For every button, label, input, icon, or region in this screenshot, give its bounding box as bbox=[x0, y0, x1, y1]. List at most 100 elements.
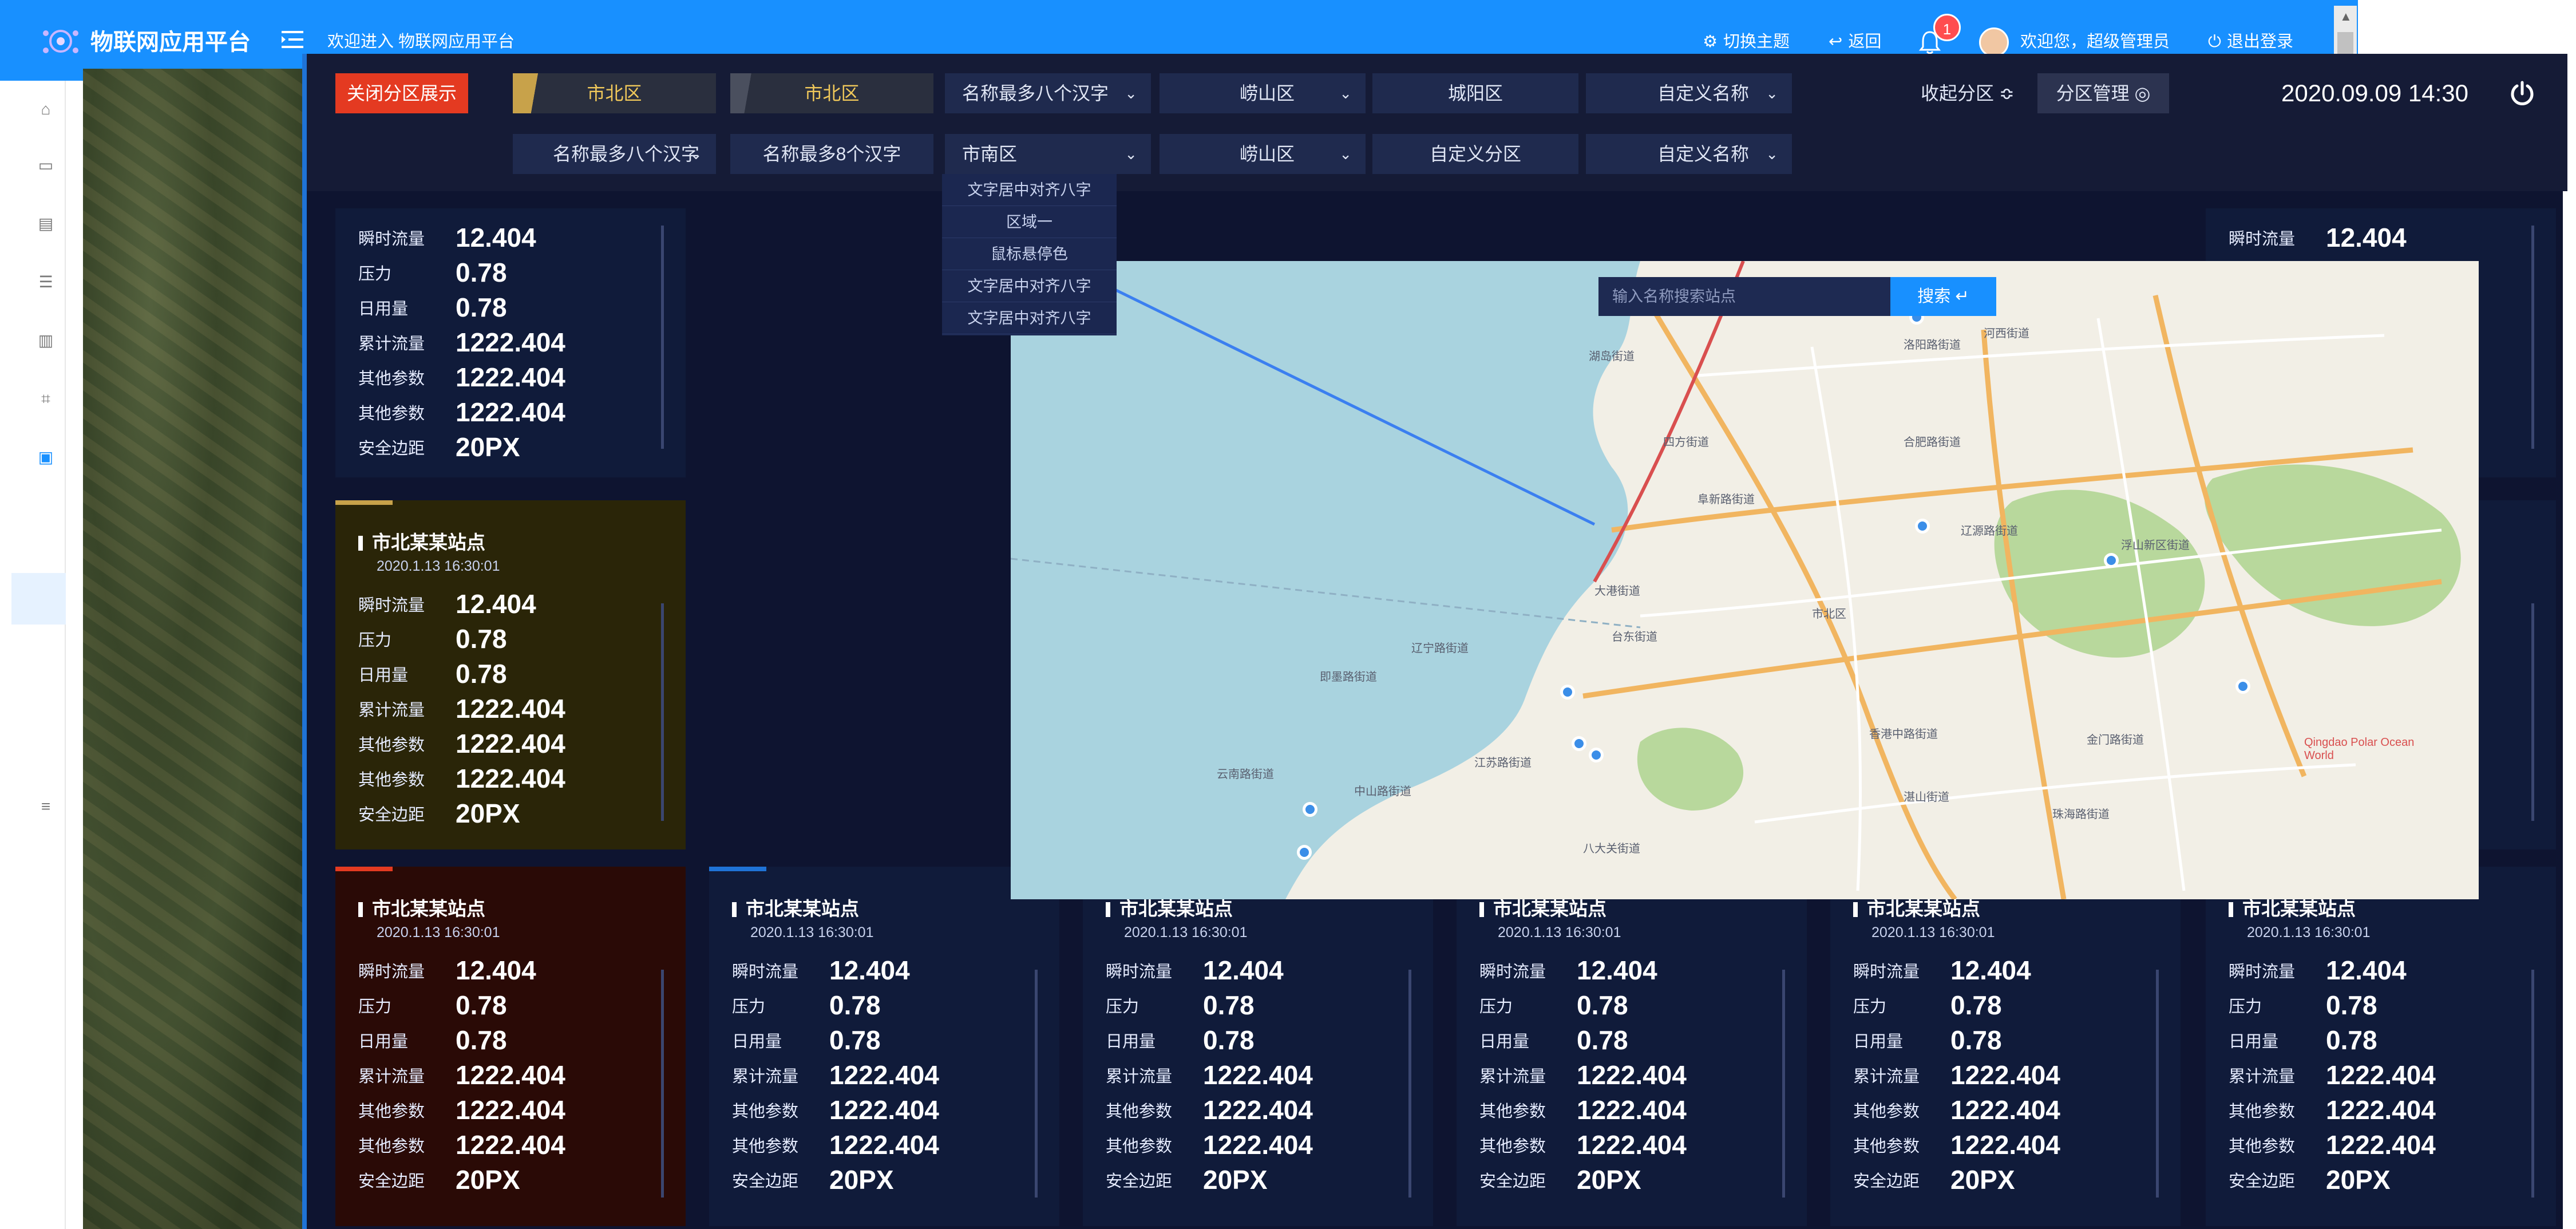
station-card[interactable]: 市北某某站点 2020.1.13 16:30:01 瞬时流量 12.404 压力 0.78… bbox=[1830, 867, 2181, 1226]
monitor-icon[interactable]: ▣ bbox=[35, 447, 56, 468]
card-scrollbar[interactable] bbox=[2531, 603, 2534, 821]
dropdown-zone-12[interactable]: 自定义名称 ⌄ bbox=[1586, 134, 1792, 174]
metric-list: 瞬时流量 12.404 压力 0.78 日用量 0.78 累计流量 1222.404 其他参数 1… bbox=[2229, 953, 2549, 1197]
card-scrollbar[interactable] bbox=[661, 603, 664, 821]
collapse-zone-button[interactable]: 收起分区 ≎ bbox=[1921, 73, 2015, 113]
metric-label: 其他参数 bbox=[732, 1102, 799, 1121]
metric-label: 其他参数 bbox=[358, 1137, 425, 1156]
scroll-up-icon[interactable]: ▲ bbox=[2340, 9, 2352, 24]
switch-theme-button[interactable]: ⚙ 切换主题 bbox=[1703, 29, 1790, 55]
station-pin[interactable] bbox=[1572, 736, 1586, 751]
dropdown-item[interactable]: 区域一 bbox=[942, 206, 1117, 238]
card-scrollbar[interactable] bbox=[1035, 970, 1038, 1198]
metric-value: 1222.404 bbox=[829, 1094, 939, 1125]
station-card[interactable]: 市北某某站点 2020.1.13 16:30:01 瞬时流量 12.404 压力 0.78… bbox=[709, 867, 1059, 1226]
tab-zone-1[interactable]: 市北区 bbox=[513, 73, 716, 113]
dropdown-item[interactable]: 文字居中对齐八字 bbox=[942, 302, 1117, 334]
power-icon[interactable] bbox=[2509, 80, 2535, 106]
metric-value: 20PX bbox=[456, 432, 520, 462]
metric-row: 安全边距 20PX bbox=[358, 1162, 679, 1197]
sidebar-active-item[interactable] bbox=[11, 573, 66, 625]
dropdown-zone-6[interactable]: 自定义名称 ⌄ bbox=[1586, 73, 1792, 113]
metric-label: 瞬时流量 bbox=[2229, 230, 2296, 248]
metric-row: 瞬时流量 12.404 bbox=[1479, 953, 1800, 987]
card-scrollbar[interactable] bbox=[1408, 970, 1411, 1198]
station-search: 搜索 ↵ bbox=[1598, 277, 1999, 316]
dropdown-item[interactable]: 文字居中对齐八字 bbox=[942, 174, 1117, 206]
close-zone-button[interactable]: 关闭分区展示 bbox=[335, 73, 468, 113]
dropdown-zone-7[interactable]: 名称最多八个汉字 ⌄ bbox=[513, 134, 716, 174]
card-scrollbar[interactable] bbox=[661, 970, 664, 1198]
station-card[interactable]: 市北某某站点 2020.1.13 16:30:01 瞬时流量 12.404 压力 0.78… bbox=[335, 500, 686, 849]
station-timestamp: 2020.1.13 16:30:01 bbox=[1124, 924, 1248, 940]
dropdown-item[interactable]: 文字居中对齐八字 bbox=[942, 270, 1117, 302]
city-map[interactable]: 湖岛街道 洛阳路街道 河西街道 四方街道 合肥路街道 阜新路街道 辽源路街道 浮… bbox=[1011, 261, 2479, 899]
metric-value: 12.404 bbox=[456, 588, 536, 619]
station-pin[interactable] bbox=[1303, 802, 1317, 817]
avatar[interactable] bbox=[1979, 27, 2009, 57]
metric-label: 其他参数 bbox=[1479, 1137, 1546, 1156]
menu-icon[interactable]: ≡ bbox=[35, 796, 56, 817]
menu-fold-icon[interactable] bbox=[279, 26, 306, 53]
logout-button[interactable]: ⏻ 退出登录 bbox=[2208, 29, 2293, 55]
search-input[interactable] bbox=[1598, 277, 1890, 316]
dropdown-zone-4[interactable]: 崂山区 ⌄ bbox=[1160, 73, 1366, 113]
tab-zone-5[interactable]: 城阳区 bbox=[1372, 73, 1578, 113]
card-scrollbar[interactable] bbox=[2531, 970, 2534, 1198]
zone-toolbar: 关闭分区展示 市北区 市北区 名称最多八个汉字 ⌄ 崂山区 ⌄ 城阳区 自定义名称 ⌄… bbox=[307, 54, 2567, 191]
dropdown-zone-3[interactable]: 名称最多八个汉字 ⌄ bbox=[945, 73, 1151, 113]
metric-value: 1222.404 bbox=[456, 1129, 565, 1160]
metric-label: 其他参数 bbox=[732, 1137, 799, 1156]
metric-value: 1222.404 bbox=[456, 1094, 565, 1125]
station-pin[interactable] bbox=[1297, 845, 1312, 860]
tab-label: 自定义名称 bbox=[1657, 144, 1750, 164]
metric-row: 日用量 0.78 bbox=[358, 1022, 679, 1057]
metric-label: 日用量 bbox=[358, 1032, 409, 1051]
tab-zone-2[interactable]: 市北区 bbox=[730, 73, 933, 113]
home-icon[interactable]: ⌂ bbox=[35, 99, 56, 120]
search-button[interactable]: 搜索 ↵ bbox=[1890, 277, 1996, 316]
station-name: 市北某某站点 bbox=[732, 896, 859, 922]
map-label: 香港中路街道 bbox=[1869, 728, 1938, 741]
tab-zone-11[interactable]: 自定义分区 bbox=[1372, 134, 1578, 174]
dropdown-zone-9[interactable]: 市南区 ⌄ bbox=[945, 134, 1151, 174]
metric-label: 安全边距 bbox=[1479, 1172, 1546, 1191]
tool-icon[interactable]: ⌗ bbox=[35, 389, 56, 409]
tab-zone-8[interactable]: 名称最多8个汉字 bbox=[730, 134, 933, 174]
dropdown-zone-10[interactable]: 崂山区 ⌄ bbox=[1160, 134, 1366, 174]
back-button[interactable]: ↩ 返回 bbox=[1829, 29, 1881, 55]
metric-value: 12.404 bbox=[1203, 955, 1284, 985]
station-card[interactable]: 市北某某站点 2020.1.13 16:30:01 瞬时流量 12.404 压力 0.78… bbox=[1083, 867, 1433, 1226]
device-icon[interactable]: ▭ bbox=[35, 155, 56, 176]
station-card[interactable]: 市北某某站点 2020.1.13 16:30:01 瞬时流量 12.404 压力 0.78… bbox=[2206, 867, 2556, 1226]
card-scrollbar[interactable] bbox=[1782, 970, 1785, 1198]
zone-manage-button[interactable]: 分区管理 ◎ bbox=[2037, 73, 2169, 113]
station-pin[interactable] bbox=[1589, 748, 1604, 762]
dropdown-item-hover[interactable]: 鼠标悬停色 bbox=[942, 238, 1117, 270]
metric-row: 瞬时流量 12.404 bbox=[1106, 953, 1426, 987]
metric-list: 瞬时流量 12.404 压力 0.78 日用量 0.78 累计流量 1222.404 其他参数 1… bbox=[358, 586, 679, 831]
tab-label: 名称最多八个汉字 bbox=[553, 144, 700, 164]
station-card[interactable]: 市北某某站点 2020.1.13 16:30:01 瞬时流量 12.404 压力 0.78… bbox=[1457, 867, 1807, 1226]
card-scrollbar[interactable] bbox=[2531, 226, 2534, 449]
card-scrollbar[interactable] bbox=[661, 226, 664, 449]
metric-value: 0.78 bbox=[2326, 1025, 2377, 1055]
station-card[interactable]: 瞬时流量 12.404 压力 0.78 日用量 0.78 累计流量 1222.404 其他参数 1… bbox=[335, 208, 686, 477]
list-icon[interactable]: ☰ bbox=[35, 272, 56, 293]
station-pin[interactable] bbox=[2104, 553, 2119, 568]
chart-icon[interactable]: ▥ bbox=[35, 330, 56, 351]
map-label: 湛山街道 bbox=[1904, 791, 1949, 804]
station-card[interactable]: 市北某某站点 2020.1.13 16:30:01 瞬时流量 12.404 压力 0.78… bbox=[335, 867, 686, 1226]
metric-list: 瞬时流量 12.404 压力 0.78 日用量 0.78 累计流量 1222.404 其他参数 1… bbox=[1479, 953, 1800, 1197]
metric-label: 压力 bbox=[2229, 997, 2262, 1016]
station-pin[interactable] bbox=[1560, 685, 1575, 700]
metric-row: 瞬时流量 12.404 bbox=[2229, 953, 2549, 987]
station-timestamp: 2020.1.13 16:30:01 bbox=[377, 558, 500, 574]
card-scrollbar[interactable] bbox=[2156, 970, 2159, 1198]
station-pin[interactable] bbox=[2235, 679, 2250, 694]
station-pin[interactable] bbox=[1915, 519, 1930, 534]
metric-row: 压力 0.78 bbox=[358, 255, 679, 290]
chevron-down-icon: ⌄ bbox=[1125, 145, 1137, 163]
metric-value: 0.78 bbox=[1950, 1025, 2002, 1055]
report-icon[interactable]: ▤ bbox=[35, 214, 56, 234]
